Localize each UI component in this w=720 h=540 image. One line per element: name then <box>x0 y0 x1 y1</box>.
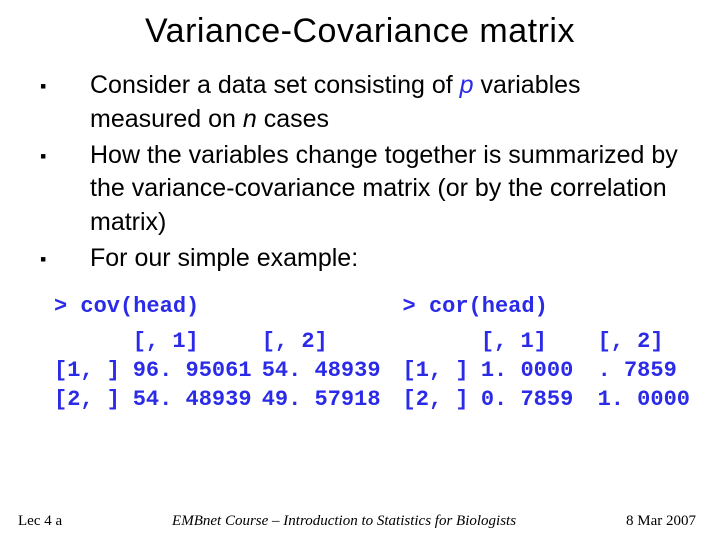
cov-command: > cov(head) <box>54 294 381 319</box>
cell: 54. 48939 <box>133 385 262 414</box>
cell: [2, ] <box>403 385 481 414</box>
footer-center: EMBnet Course – Introduction to Statisti… <box>62 513 626 530</box>
cell: [2, ] <box>54 385 133 414</box>
code-area: > cov(head) [, 1] [, 2] [1, ] 96. 95061 … <box>28 294 692 414</box>
variable-p: p <box>460 71 474 99</box>
bullet-text: Consider a data set consisting of p vari… <box>90 69 692 137</box>
table-row: [2, ] 0. 7859 1. 0000 <box>403 385 690 414</box>
table-row: [1, ] 1. 0000 . 7859 <box>403 356 690 385</box>
bullet-list: ▪ Consider a data set consisting of p va… <box>28 69 692 276</box>
cell <box>54 327 133 356</box>
bullet-text: How the variables change together is sum… <box>90 139 692 240</box>
cell: 1. 0000 <box>598 385 690 414</box>
text-fragment: cases <box>257 105 329 133</box>
cell: 54. 48939 <box>262 356 381 385</box>
list-item: ▪ For our simple example: <box>40 242 692 276</box>
bullet-icon: ▪ <box>40 139 90 240</box>
table-row: [1, ] 96. 95061 54. 48939 <box>54 356 381 385</box>
cell: . 7859 <box>598 356 690 385</box>
slide: Variance-Covariance matrix ▪ Consider a … <box>0 0 720 540</box>
footer-right: 8 Mar 2007 <box>626 513 696 530</box>
cor-matrix: [, 1] [, 2] [1, ] 1. 0000 . 7859 [2, ] 0… <box>403 327 690 414</box>
slide-title: Variance-Covariance matrix <box>28 12 692 51</box>
cor-block: > cor(head) [, 1] [, 2] [1, ] 1. 0000 . … <box>389 294 690 414</box>
bullet-icon: ▪ <box>40 242 90 276</box>
cell: 49. 57918 <box>262 385 381 414</box>
cov-matrix: [, 1] [, 2] [1, ] 96. 95061 54. 48939 [2… <box>54 327 381 414</box>
cor-command: > cor(head) <box>403 294 690 319</box>
list-item: ▪ How the variables change together is s… <box>40 139 692 240</box>
cell: [, 2] <box>262 327 381 356</box>
cell: [1, ] <box>403 356 481 385</box>
cell <box>403 327 481 356</box>
cell: 1. 0000 <box>481 356 598 385</box>
table-row: [, 1] [, 2] <box>403 327 690 356</box>
cell: [, 1] <box>133 327 262 356</box>
footer-left: Lec 4 a <box>18 513 62 530</box>
cell: [1, ] <box>54 356 133 385</box>
cell: 0. 7859 <box>481 385 598 414</box>
table-row: [2, ] 54. 48939 49. 57918 <box>54 385 381 414</box>
footer: Lec 4 a EMBnet Course – Introduction to … <box>0 513 720 530</box>
cov-block: > cov(head) [, 1] [, 2] [1, ] 96. 95061 … <box>54 294 381 414</box>
variable-n: n <box>243 105 257 133</box>
bullet-icon: ▪ <box>40 69 90 137</box>
text-fragment: Consider a data set consisting of <box>90 71 460 99</box>
cell: [, 1] <box>481 327 598 356</box>
list-item: ▪ Consider a data set consisting of p va… <box>40 69 692 137</box>
table-row: [, 1] [, 2] <box>54 327 381 356</box>
cell: [, 2] <box>598 327 690 356</box>
cell: 96. 95061 <box>133 356 262 385</box>
bullet-text: For our simple example: <box>90 242 692 276</box>
